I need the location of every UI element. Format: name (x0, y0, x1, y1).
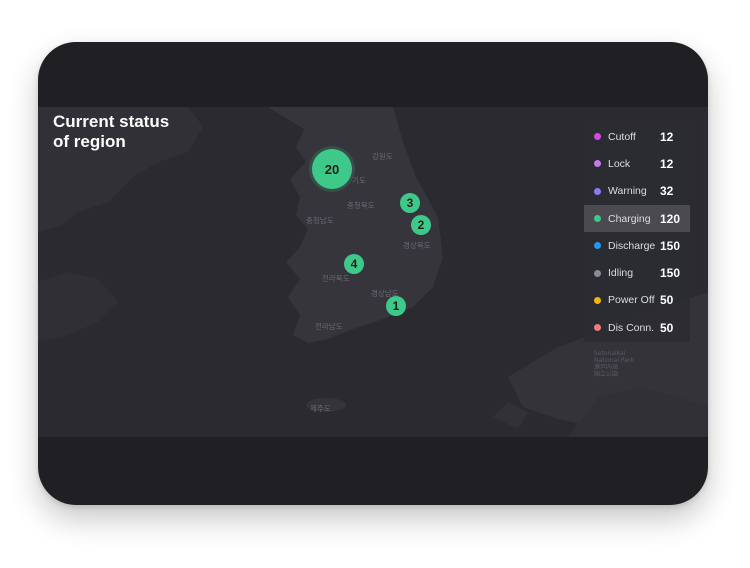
status-legend: Cutoff 12 Lock 12 Warning 32 Charging 12… (584, 122, 690, 342)
marker-count: 3 (406, 196, 414, 210)
legend-item-dis-conn[interactable]: Dis Conn. 50 (584, 314, 690, 341)
legend-label: Lock (608, 157, 631, 170)
legend-count: 32 (660, 184, 674, 199)
map-marker-cluster[interactable]: 4 (344, 254, 364, 274)
map-marker-cluster[interactable]: 2 (411, 215, 431, 235)
region-label-jeonbuk: 전라북도 (322, 274, 350, 283)
device-frame: Current status of region 강원도 기도 충청북도 충청남… (38, 42, 708, 505)
legend-item-idling[interactable]: Idling 150 (584, 259, 690, 286)
legend-count: 12 (660, 156, 674, 171)
status-dot-icon (594, 133, 601, 141)
map-marker-cluster[interactable]: 1 (386, 296, 406, 316)
marker-count: 1 (392, 299, 400, 313)
legend-count: 50 (660, 293, 674, 308)
region-label-chungbuk: 충청북도 (347, 201, 375, 210)
region-label-gangwon: 강원도 (372, 152, 393, 161)
status-dot-icon (594, 187, 601, 195)
status-dot-icon (594, 296, 601, 304)
title-line-2: of region (53, 132, 126, 151)
legend-count: 150 (660, 266, 681, 281)
legend-label: Cutoff (608, 130, 636, 143)
status-dot-icon (594, 160, 601, 168)
region-map[interactable]: Current status of region 강원도 기도 충청북도 충청남… (38, 107, 708, 437)
page-title: Current status of region (53, 112, 169, 152)
map-marker-cluster[interactable]: 20 (312, 149, 352, 189)
marker-count: 20 (324, 161, 340, 177)
status-dot-icon (594, 242, 601, 250)
map-marker-cluster[interactable]: 3 (400, 193, 420, 213)
region-label-chungnam: 충청남도 (306, 216, 334, 225)
region-label-jeju: 제주도 (310, 404, 331, 413)
legend-label: Charging (608, 212, 651, 225)
legend-label: Power Off (608, 294, 655, 307)
region-label-jeonnam: 전라남도 (315, 322, 343, 331)
status-dot-icon (594, 215, 601, 223)
legend-item-discharge[interactable]: Discharge 150 (584, 232, 690, 259)
legend-item-power-off[interactable]: Power Off 50 (584, 287, 690, 314)
legend-count: 12 (660, 129, 674, 144)
marker-count: 4 (350, 257, 358, 271)
legend-label: Discharge (608, 239, 656, 252)
status-dot-icon (594, 269, 601, 277)
legend-item-cutoff[interactable]: Cutoff 12 (584, 123, 690, 150)
title-line-1: Current status (53, 112, 170, 131)
status-dot-icon (594, 324, 601, 332)
legend-count: 120 (660, 211, 681, 226)
marker-count: 2 (417, 218, 425, 232)
legend-item-lock[interactable]: Lock 12 (584, 150, 690, 177)
legend-count: 50 (660, 320, 674, 335)
legend-label: Idling (608, 267, 634, 280)
legend-item-charging[interactable]: Charging 120 (584, 204, 690, 233)
legend-item-warning[interactable]: Warning 32 (584, 178, 690, 205)
region-label-gyeongbuk: 경상북도 (403, 241, 431, 250)
legend-label: Dis Conn. (608, 321, 655, 334)
legend-label: Warning (608, 185, 647, 198)
region-label-gyeonggi: 기도 (352, 176, 366, 185)
region-label-setonaikai: Setonaikai National Park 瀬戸内海 国立公園 (594, 350, 634, 378)
legend-count: 150 (660, 238, 681, 253)
